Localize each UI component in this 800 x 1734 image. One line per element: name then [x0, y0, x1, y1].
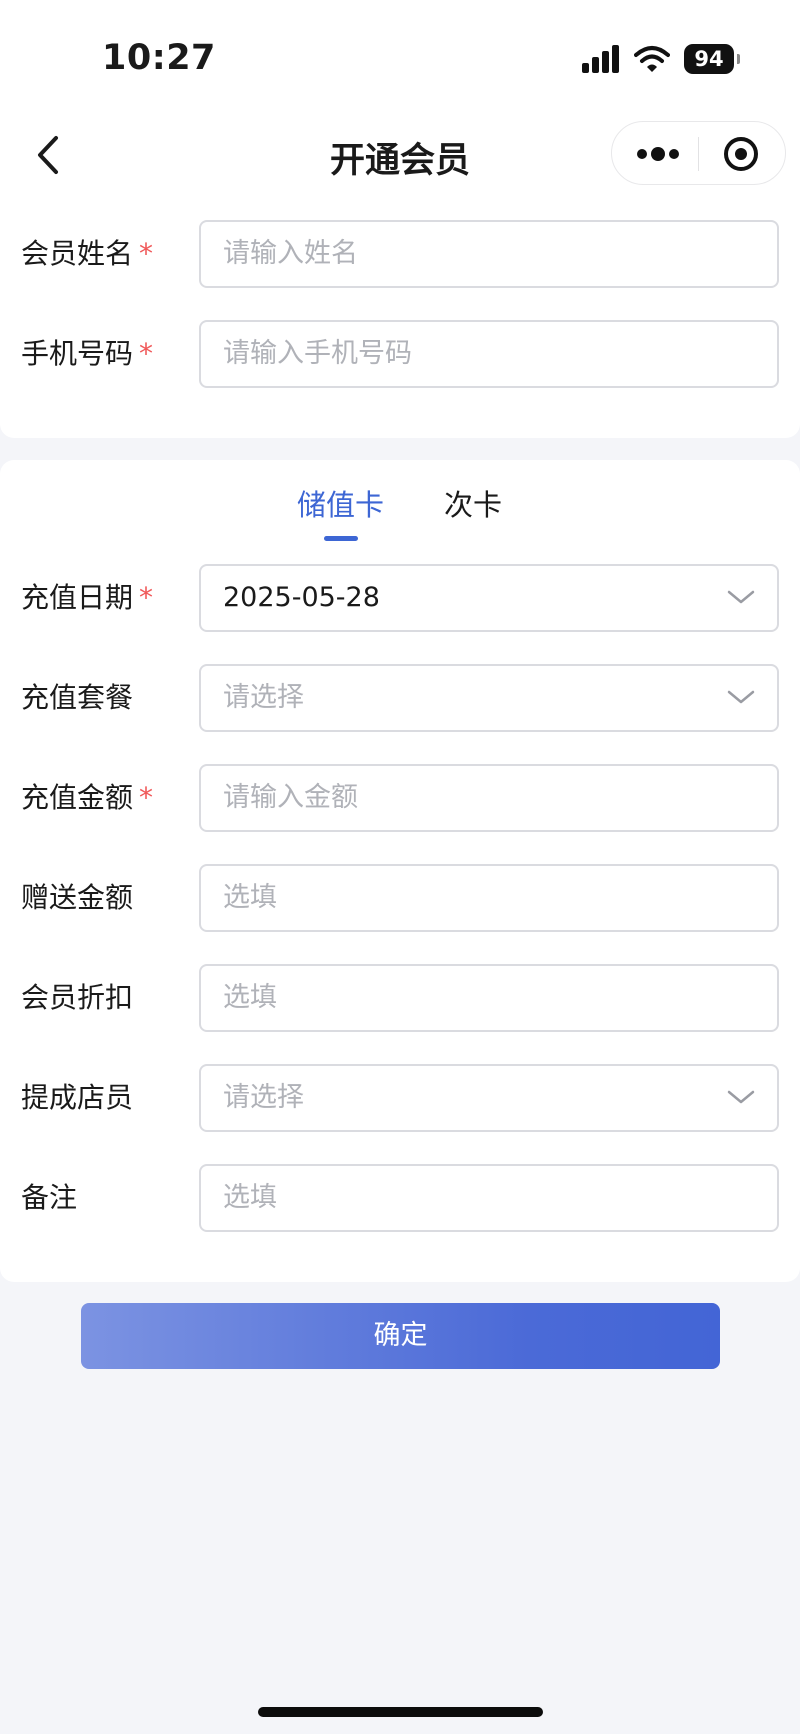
- amount-input[interactable]: 请输入金额: [199, 764, 779, 832]
- active-tab-indicator: [324, 536, 358, 541]
- name-label: 会员姓名 *: [21, 237, 154, 270]
- status-bar: 10:27 94: [0, 0, 800, 110]
- home-indicator: [258, 1707, 543, 1717]
- member-info-card: 会员姓名 * 请输入姓名 手机号码 * 请输入手机号码: [0, 200, 800, 438]
- name-input[interactable]: 请输入姓名: [199, 220, 779, 288]
- required-mark: *: [139, 337, 154, 370]
- remark-input[interactable]: 选填: [199, 1164, 779, 1232]
- discount-input[interactable]: 选填: [199, 964, 779, 1032]
- remark-placeholder: 选填: [223, 1182, 277, 1213]
- confirm-button[interactable]: 确定: [81, 1303, 720, 1369]
- capsule-divider: [698, 137, 699, 171]
- amount-placeholder: 请输入金额: [223, 782, 358, 813]
- wifi-icon: [634, 46, 670, 72]
- staff-row: 提成店员 请选择: [0, 1064, 800, 1132]
- discount-label: 会员折扣: [21, 981, 134, 1014]
- bonus-row: 赠送金额 选填: [0, 864, 800, 932]
- recharge-date-label: 充值日期 *: [21, 581, 154, 614]
- discount-row: 会员折扣 选填: [0, 964, 800, 1032]
- nav-bar: 开通会员: [0, 110, 800, 200]
- discount-placeholder: 选填: [223, 982, 277, 1013]
- status-time: 10:27: [102, 38, 216, 78]
- phone-label: 手机号码 *: [21, 337, 154, 370]
- phone-placeholder: 请输入手机号码: [223, 338, 412, 369]
- name-row: 会员姓名 * 请输入姓名: [0, 220, 800, 288]
- name-placeholder: 请输入姓名: [223, 238, 358, 269]
- recharge-date-picker[interactable]: 2025-05-28: [199, 564, 779, 632]
- required-mark: *: [139, 781, 154, 814]
- tab-stored-value-card[interactable]: 储值卡: [297, 482, 384, 524]
- bonus-placeholder: 选填: [223, 882, 277, 913]
- package-label: 充值套餐: [21, 681, 134, 714]
- chevron-down-icon: [727, 590, 755, 604]
- bonus-input[interactable]: 选填: [199, 864, 779, 932]
- package-select[interactable]: 请选择: [199, 664, 779, 732]
- amount-label: 充值金额 *: [21, 781, 154, 814]
- mini-program-capsule: [611, 121, 786, 185]
- staff-select[interactable]: 请选择: [199, 1064, 779, 1132]
- chevron-down-icon: [727, 690, 755, 704]
- package-placeholder: 请选择: [223, 682, 304, 713]
- card-type-tabs: 储值卡 次卡: [0, 460, 800, 542]
- bonus-label: 赠送金额: [21, 881, 134, 914]
- amount-row: 充值金额 * 请输入金额: [0, 764, 800, 832]
- status-icons: 94: [582, 42, 740, 76]
- staff-label: 提成店员: [21, 1081, 134, 1114]
- remark-label: 备注: [21, 1181, 78, 1214]
- battery-level: 94: [694, 47, 724, 71]
- required-mark: *: [139, 237, 154, 270]
- phone-row: 手机号码 * 请输入手机号码: [0, 320, 800, 388]
- recharge-date-value: 2025-05-28: [223, 582, 380, 613]
- tab-count-card[interactable]: 次卡: [444, 482, 502, 524]
- close-target-icon[interactable]: [716, 134, 766, 174]
- chevron-down-icon: [727, 1090, 755, 1104]
- cellular-signal-icon: [582, 45, 619, 73]
- more-icon[interactable]: [630, 134, 688, 174]
- staff-placeholder: 请选择: [223, 1082, 304, 1113]
- battery-icon: 94: [684, 44, 740, 74]
- remark-row: 备注 选填: [0, 1164, 800, 1232]
- recharge-form-card: 充值日期 * 2025-05-28 充值套餐 请选择 充值金额 * 请输入金额 赠送…: [0, 542, 800, 1282]
- required-mark: *: [139, 581, 154, 614]
- package-row: 充值套餐 请选择: [0, 664, 800, 732]
- recharge-date-row: 充值日期 * 2025-05-28: [0, 564, 800, 632]
- phone-input[interactable]: 请输入手机号码: [199, 320, 779, 388]
